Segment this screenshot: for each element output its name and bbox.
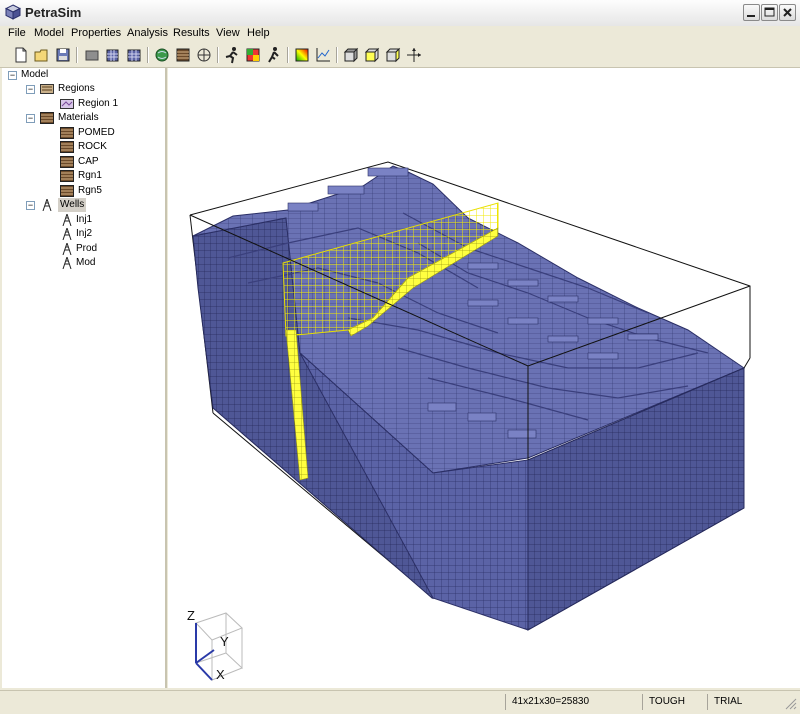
- material-icon: [60, 156, 74, 168]
- plot-icon[interactable]: [314, 46, 332, 64]
- globe-icon[interactable]: [153, 46, 171, 64]
- resize-grip-icon[interactable]: [785, 698, 797, 710]
- axis-z-label: Z: [187, 608, 195, 623]
- well-rig-icon: [62, 257, 72, 269]
- cell-icon[interactable]: [83, 46, 101, 64]
- collapse-regions-toggle[interactable]: −: [26, 85, 35, 94]
- well-rig-icon: [62, 243, 72, 255]
- menu-analysis[interactable]: Analysis: [127, 27, 168, 39]
- toolbar-separator: [336, 47, 338, 63]
- material-icon: [60, 170, 74, 182]
- grid-size-status: 41x21x30=25830: [505, 694, 642, 710]
- close-button[interactable]: [779, 4, 796, 21]
- close-icon: [783, 8, 792, 17]
- simulator-status: TOUGH: [642, 694, 704, 710]
- well-rig-icon: [42, 199, 52, 211]
- maximize-icon: [764, 7, 775, 17]
- collapse-materials-toggle[interactable]: −: [26, 114, 35, 123]
- walk-icon[interactable]: [265, 46, 283, 64]
- 3d-viewport[interactable]: Z Y X: [168, 68, 800, 688]
- menu-model[interactable]: Model: [34, 27, 64, 39]
- title-bar[interactable]: PetraSim: [0, 0, 800, 27]
- material-icon: [60, 185, 74, 197]
- menu-help[interactable]: Help: [247, 27, 270, 39]
- collapse-model-toggle[interactable]: −: [8, 71, 17, 80]
- axis-y-label: Y: [220, 634, 229, 649]
- maximize-button[interactable]: [761, 4, 778, 21]
- window-title: PetraSim: [25, 5, 82, 20]
- axes-icon[interactable]: [405, 46, 423, 64]
- material-icon: [60, 127, 74, 139]
- menu-bar: File Model Properties Analysis Results V…: [0, 26, 800, 43]
- minimize-button[interactable]: [743, 4, 760, 21]
- open-icon[interactable]: [33, 46, 51, 64]
- model-tree: − Model − Regions Region 1 − Materials P…: [2, 68, 167, 688]
- view-side-icon[interactable]: [384, 46, 402, 64]
- view-top-icon[interactable]: [342, 46, 360, 64]
- menu-properties[interactable]: Properties: [71, 27, 121, 39]
- grid-refine-icon[interactable]: [104, 46, 122, 64]
- mesh-view[interactable]: Z Y X: [168, 68, 800, 688]
- status-bar: 41x21x30=25830 TOUGH TRIAL: [0, 690, 800, 714]
- grid-icon[interactable]: [125, 46, 143, 64]
- save-icon[interactable]: [54, 46, 72, 64]
- materials-folder-icon: [40, 112, 54, 124]
- toolbar-separator: [217, 47, 219, 63]
- collapse-wells-toggle[interactable]: −: [26, 201, 35, 210]
- material-icon[interactable]: [174, 46, 192, 64]
- new-icon[interactable]: [12, 46, 30, 64]
- region-icon: [60, 99, 74, 109]
- color-scale-icon[interactable]: [293, 46, 311, 64]
- toolbar-separator: [76, 47, 78, 63]
- view-front-icon[interactable]: [363, 46, 381, 64]
- well-rig-icon: [62, 214, 72, 226]
- app-window: PetraSim File Model Properties Analysis …: [0, 0, 800, 714]
- run-icon[interactable]: [223, 46, 241, 64]
- pen-icon[interactable]: [244, 46, 262, 64]
- toolbar-separator: [287, 47, 289, 63]
- regions-folder-icon: [40, 84, 54, 94]
- app-cube-icon: [5, 4, 21, 20]
- menu-file[interactable]: File: [8, 27, 26, 39]
- toolbar-separator: [147, 47, 149, 63]
- menu-view[interactable]: View: [216, 27, 240, 39]
- well-rig-icon: [62, 228, 72, 240]
- toolbar: [0, 43, 800, 68]
- material-icon: [60, 141, 74, 153]
- rotate-icon[interactable]: [195, 46, 213, 64]
- axis-x-label: X: [216, 667, 225, 682]
- license-status: TRIAL: [707, 694, 784, 710]
- menu-results[interactable]: Results: [173, 27, 210, 39]
- axes-gizmo: Z Y X: [187, 608, 243, 682]
- minimize-icon: [747, 15, 755, 17]
